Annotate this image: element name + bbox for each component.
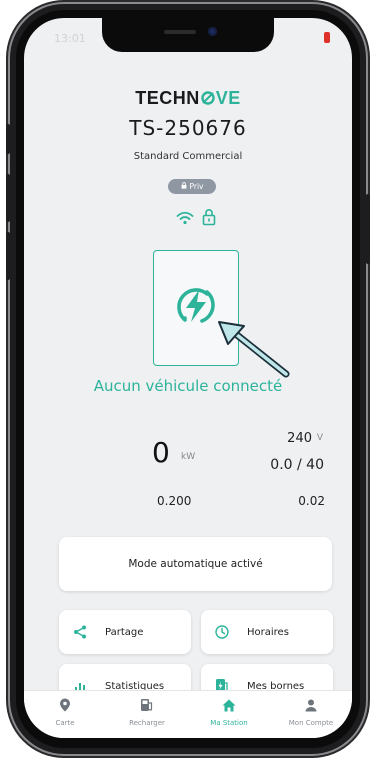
notch-speaker (164, 30, 196, 34)
lock-small-icon (181, 182, 187, 191)
private-badge: Priv (168, 179, 216, 194)
power-unit: kW (181, 452, 196, 462)
schedule-label: Horaires (247, 626, 289, 638)
charge-status-message: Aucun véhicule connecté (93, 377, 283, 395)
tab-my-station[interactable]: Ma Station (188, 691, 270, 738)
phone-notch (102, 18, 274, 52)
share-icon (67, 625, 93, 639)
brand-name-part2: VE (215, 88, 241, 108)
padlock-icon (202, 208, 216, 230)
pointer-arrow-annotation (214, 318, 292, 384)
cost-value: 0.02 (298, 494, 325, 508)
home-icon (222, 697, 236, 716)
voltage-value: 240 (287, 431, 312, 446)
phone-power-button (366, 194, 370, 264)
status-indicator (324, 32, 330, 43)
user-icon (305, 697, 317, 716)
energy-value: 0.200 (157, 494, 192, 508)
brand-o-icon (200, 88, 216, 108)
tab-my-account[interactable]: Mon Compte (270, 691, 352, 738)
app-screen: 13:01 TECHN VE TS-250676 Standard Commerc… (24, 18, 352, 738)
status-time: 13:01 (54, 32, 86, 45)
tab-map[interactable]: Carte (24, 691, 106, 738)
voltage-unit: V (316, 433, 323, 443)
share-button[interactable]: Partage (59, 610, 191, 654)
lightning-bolt-icon (175, 285, 217, 331)
fuel-icon (140, 697, 154, 716)
share-label: Partage (105, 626, 144, 638)
auto-mode-label: Mode automatique activé (128, 558, 263, 570)
current-value: 0.0 / 40 (270, 457, 324, 473)
tab-my-account-label: Mon Compte (288, 719, 334, 727)
map-pin-icon (59, 697, 71, 716)
tab-my-station-label: Ma Station (210, 719, 248, 727)
auto-mode-button[interactable]: Mode automatique activé (59, 537, 332, 591)
power-value: 0 (152, 436, 170, 469)
bottom-tab-bar: Carte Recharger Ma Station Mon Compte (24, 690, 352, 738)
tab-recharge[interactable]: Recharger (106, 691, 188, 738)
tab-recharge-label: Recharger (129, 719, 165, 727)
phone-volume-down (6, 232, 10, 280)
phone-mute-switch (6, 124, 10, 154)
station-type: Standard Commercial (133, 151, 243, 162)
private-badge-label: Priv (189, 182, 204, 191)
clock-icon (209, 625, 235, 639)
notch-camera (208, 27, 217, 36)
station-id: TS-250676 (129, 116, 247, 140)
connection-status (171, 208, 221, 230)
schedule-button[interactable]: Horaires (201, 610, 333, 654)
wifi-icon (176, 210, 194, 229)
phone-volume-up (6, 174, 10, 222)
brand-name-part1: TECHN (135, 88, 200, 108)
tab-map-label: Carte (55, 719, 75, 727)
brand-logo: TECHN VE (24, 88, 352, 109)
